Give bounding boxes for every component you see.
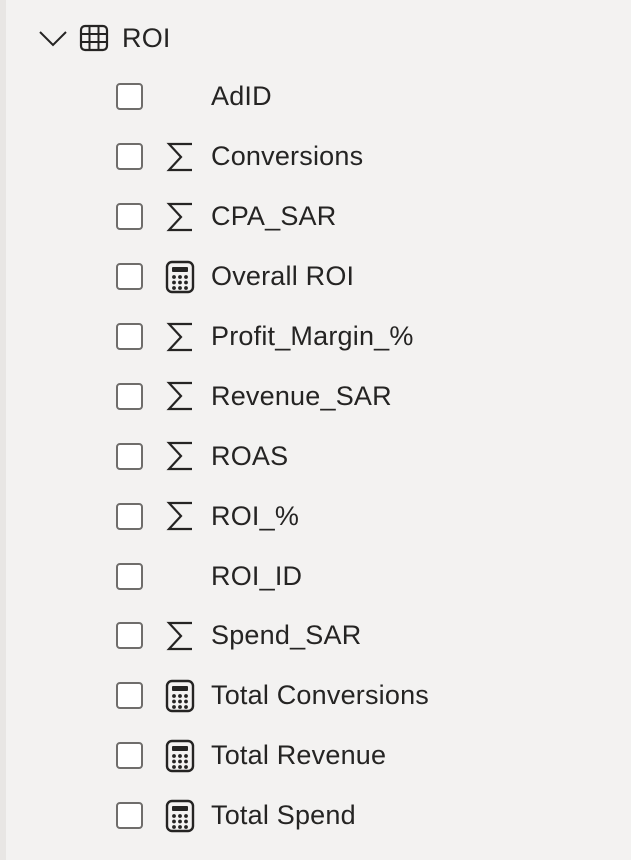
field-label: Total Conversions	[211, 680, 430, 711]
sigma-icon	[162, 617, 198, 655]
field-label: Total Spend	[211, 800, 356, 831]
field-label: Spend_SAR	[211, 620, 362, 651]
field-checkbox[interactable]	[116, 263, 143, 291]
field-row[interactable]: Profit_Margin_%	[0, 307, 631, 367]
field-row[interactable]: Revenue_SAR	[0, 366, 631, 426]
chevron-down-icon[interactable]	[36, 23, 70, 53]
field-row[interactable]: Overall ROI	[0, 247, 631, 307]
field-label: ROAS	[211, 440, 289, 471]
field-row[interactable]: Total Spend	[0, 786, 631, 846]
field-row[interactable]: ROI_ID	[0, 546, 631, 606]
field-checkbox[interactable]	[116, 203, 143, 231]
field-label: Overall ROI	[211, 261, 355, 292]
calculator-icon	[162, 737, 198, 775]
field-label: Total Revenue	[211, 740, 387, 771]
field-row[interactable]: ROI_%	[0, 486, 631, 546]
calculator-icon	[162, 677, 198, 715]
field-list: AdID Conversions CPA_SAR Overall ROI Pro…	[0, 67, 631, 846]
field-label: Profit_Margin_%	[211, 321, 414, 351]
sigma-icon	[162, 138, 198, 176]
sigma-icon	[162, 318, 198, 356]
field-label: Conversions	[211, 141, 364, 172]
field-checkbox[interactable]	[116, 622, 143, 650]
table-grid-icon	[78, 23, 110, 53]
sigma-icon	[162, 377, 198, 415]
field-checkbox[interactable]	[116, 562, 143, 590]
table-name: ROI	[122, 22, 171, 53]
fields-pane: ROI AdID Conversions CPA_SAR Overall ROI…	[0, 0, 631, 860]
field-label: ROI_ID	[211, 560, 303, 591]
field-checkbox[interactable]	[116, 502, 143, 530]
sigma-icon	[162, 198, 198, 236]
calculator-icon	[162, 258, 198, 296]
sigma-icon	[162, 497, 198, 535]
table-header-roi[interactable]: ROI	[36, 12, 171, 64]
field-checkbox[interactable]	[116, 682, 143, 710]
calculator-icon	[162, 797, 198, 835]
field-label: ROI_%	[211, 500, 300, 531]
field-checkbox[interactable]	[116, 742, 143, 770]
field-row[interactable]: ROAS	[0, 426, 631, 486]
field-label: Revenue_SAR	[211, 380, 392, 411]
field-row[interactable]: CPA_SAR	[0, 187, 631, 247]
field-checkbox[interactable]	[116, 323, 143, 350]
field-label: CPA_SAR	[211, 201, 337, 232]
field-checkbox[interactable]	[116, 143, 143, 171]
field-checkbox[interactable]	[116, 802, 143, 830]
field-checkbox[interactable]	[116, 442, 143, 470]
field-row[interactable]: Total Revenue	[0, 726, 631, 786]
sigma-icon	[162, 437, 198, 475]
field-row[interactable]: AdID	[0, 67, 631, 127]
field-row[interactable]: Conversions	[0, 127, 631, 187]
field-row[interactable]: Total Conversions	[0, 666, 631, 726]
field-checkbox[interactable]	[116, 83, 143, 111]
field-checkbox[interactable]	[116, 382, 143, 410]
field-row[interactable]: Spend_SAR	[0, 606, 631, 666]
field-label: AdID	[211, 81, 272, 112]
